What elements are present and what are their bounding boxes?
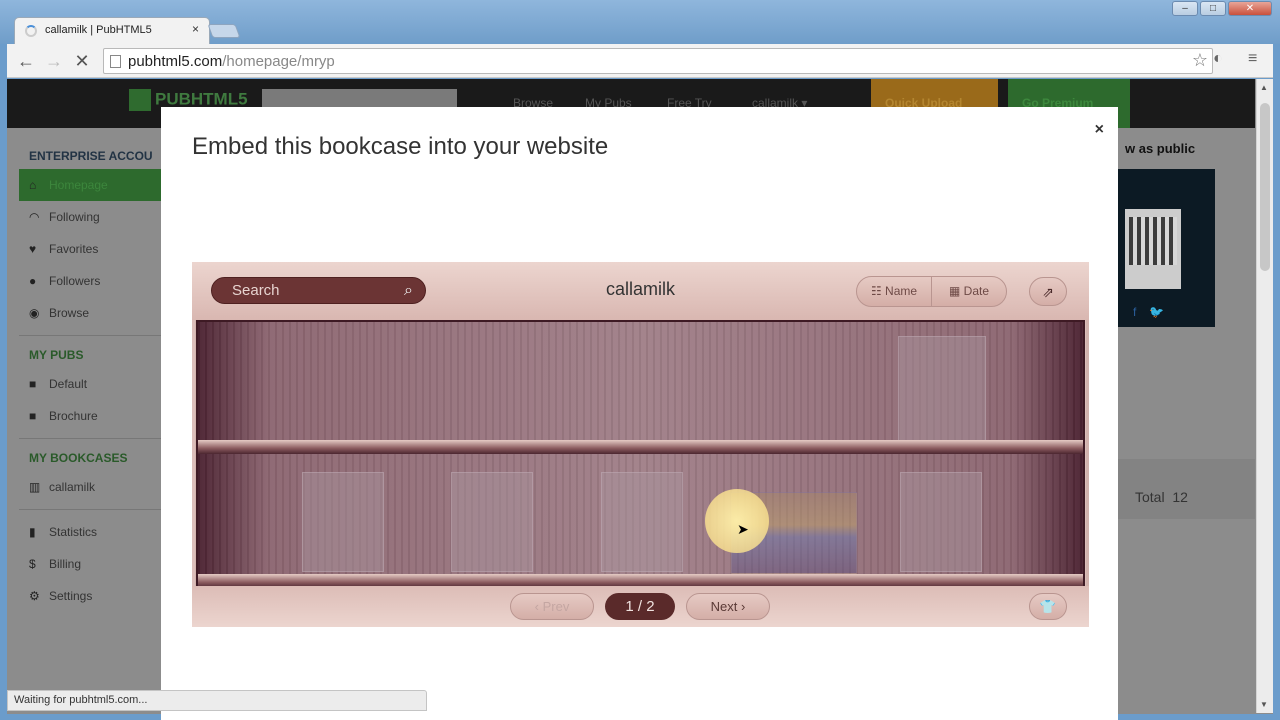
status-bar: Waiting for pubhtml5.com... <box>7 690 427 711</box>
logo-mark-icon <box>129 89 151 111</box>
loading-spinner-icon <box>25 25 37 37</box>
page-indicator: 1 / 2 <box>605 593 675 620</box>
book-cover[interactable] <box>302 472 384 572</box>
sidebar-item-followers[interactable]: ● Followers <box>19 265 169 297</box>
bookcase-icon: ▥ <box>29 480 41 494</box>
next-page-button[interactable]: Next › <box>686 593 770 620</box>
modal-title: Embed this bookcase into your website <box>192 133 609 160</box>
bookcase-preview: Search ⌕ callamilk ☷ Name ▦ Date ⇗ ‹ Pre… <box>192 262 1089 627</box>
new-tab-button[interactable] <box>207 24 241 38</box>
briefcase-icon: ■ <box>29 409 37 423</box>
maximize-button[interactable]: □ <box>1200 1 1226 16</box>
total-count: Total 12 <box>1135 489 1188 505</box>
page-scrollbar[interactable]: ▲ ▼ <box>1256 79 1273 713</box>
book-cover[interactable] <box>451 472 533 572</box>
sidebar-divider <box>19 438 169 439</box>
sidebar-item-browse[interactable]: ◉ Browse <box>19 297 169 329</box>
eye-icon: ◉ <box>29 306 40 320</box>
sort-toggle: ☷ Name ▦ Date <box>856 276 1007 307</box>
embed-modal: Embed this bookcase into your website × … <box>161 107 1118 720</box>
book-cover[interactable] <box>898 336 986 442</box>
sidebar-divider <box>19 509 169 510</box>
address-bar[interactable]: pubhtml5.com/homepage/mryp ☆ <box>103 48 1213 74</box>
sort-by-date-button[interactable]: ▦ Date <box>932 277 1006 306</box>
sidebar-item-following[interactable]: ◠ Following <box>19 201 169 233</box>
back-arrow-icon[interactable]: ← <box>15 50 37 72</box>
sidebar-item-callamilk[interactable]: ▥ callamilk <box>19 471 169 503</box>
bar-chart-icon: ▮ <box>29 525 36 539</box>
scroll-up-icon[interactable]: ▲ <box>1260 83 1268 92</box>
url-text[interactable]: pubhtml5.com/homepage/mryp <box>128 53 335 70</box>
prev-page-button[interactable]: ‹ Prev <box>510 593 594 620</box>
share-icon[interactable]: ⇗ <box>1029 277 1067 306</box>
browser-tab[interactable]: callamilk | PubHTML5 × <box>14 17 210 44</box>
scroll-thumb[interactable] <box>1260 103 1270 271</box>
mouse-cursor-icon: ➤ <box>737 521 749 537</box>
sort-by-name-button[interactable]: ☷ Name <box>857 277 932 306</box>
home-icon: ⌂ <box>29 178 37 192</box>
bookshelf <box>196 320 1085 588</box>
book-cover[interactable] <box>900 472 982 572</box>
rss-icon: ◠ <box>29 210 40 224</box>
sidebar-heading-bookcases: MY BOOKCASES <box>29 451 128 465</box>
sidebar: ENTERPRISE ACCOU ⌂ Homepage ◠ Following ♥ F… <box>19 137 169 612</box>
profile-banner: f 🐦 <box>1115 169 1215 327</box>
forward-arrow-icon[interactable]: → <box>43 50 65 72</box>
sidebar-item-settings[interactable]: ⚙ Settings <box>19 580 169 612</box>
window-titlebar: callamilk | PubHTML5 × – □ ✕ <box>0 0 1280 44</box>
stop-loading-icon[interactable]: ✕ <box>71 50 93 72</box>
sidebar-heading-account: ENTERPRISE ACCOU <box>29 149 153 163</box>
gear-icon: ⚙ <box>29 589 40 603</box>
window-controls: – □ ✕ <box>1172 1 1272 16</box>
bookcase-topbar: Search ⌕ callamilk ☷ Name ▦ Date ⇗ <box>192 262 1089 320</box>
sidebar-heading-pubs: MY PUBS <box>29 348 84 362</box>
tab-title: callamilk | PubHTML5 <box>45 24 152 36</box>
shelf-board <box>198 440 1083 454</box>
theme-shirt-icon[interactable]: 👕 <box>1029 593 1067 620</box>
sidebar-item-billing[interactable]: $ Billing <box>19 548 169 580</box>
bookcase-bottombar: ‹ Prev 1 / 2 Next › 👕 <box>192 586 1089 627</box>
bookmark-star-icon[interactable]: ☆ <box>1192 50 1208 71</box>
sidebar-item-favorites[interactable]: ♥ Favorites <box>19 233 169 265</box>
facebook-icon[interactable]: f <box>1133 305 1136 319</box>
menu-icon[interactable]: ≡ <box>1248 50 1257 68</box>
sidebar-item-brochure[interactable]: ■ Brochure <box>19 400 169 432</box>
close-window-button[interactable]: ✕ <box>1228 1 1272 16</box>
book-cover[interactable] <box>601 472 683 572</box>
qr-code <box>1125 209 1181 289</box>
minimize-button[interactable]: – <box>1172 1 1198 16</box>
heart-icon: ♥ <box>29 242 37 256</box>
twitter-icon[interactable]: 🐦 <box>1149 305 1164 319</box>
sidebar-item-statistics[interactable]: ▮ Statistics <box>19 516 169 548</box>
sidebar-item-homepage[interactable]: ⌂ Homepage <box>19 169 169 201</box>
users-icon: ● <box>29 274 37 288</box>
briefcase-icon: ■ <box>29 377 37 391</box>
view-as-public-link[interactable]: w as public <box>1125 141 1195 156</box>
scroll-down-icon[interactable]: ▼ <box>1260 700 1268 709</box>
browser-toolbar: ← → ✕ pubhtml5.com/homepage/mryp ☆ ◐ ≡ <box>7 44 1273 78</box>
sidebar-item-default[interactable]: ■ Default <box>19 368 169 400</box>
tab-close-icon[interactable]: × <box>192 22 199 36</box>
dollar-icon: $ <box>29 557 36 571</box>
sidebar-divider <box>19 335 169 336</box>
extension-icon[interactable]: ◐ <box>1213 50 1223 68</box>
modal-close-icon[interactable]: × <box>1095 121 1104 139</box>
page-icon <box>110 55 121 68</box>
